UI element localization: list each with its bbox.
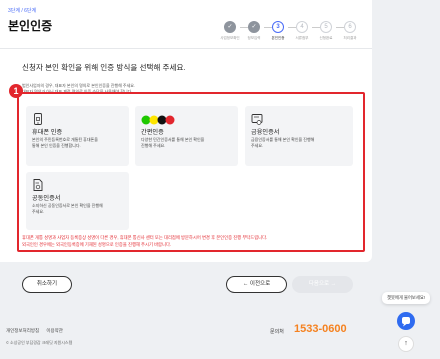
phone-label: 문의처: [270, 329, 284, 335]
next-button[interactable]: 다음으로 →: [292, 276, 353, 293]
terms-link[interactable]: 이용약관: [46, 328, 63, 333]
step-4-number: 4: [296, 21, 308, 33]
step-6-label: 처리결과: [343, 36, 357, 40]
step-5: 5 신청완료: [314, 21, 338, 41]
scroll-top-button[interactable]: ↑: [398, 336, 414, 352]
step-5-label: 신청완료: [319, 36, 333, 40]
phone-number: 1533-0600: [294, 323, 347, 335]
step-6-number: 6: [344, 21, 356, 33]
step-6: 6 처리결과: [338, 21, 362, 41]
privacy-link[interactable]: 개인정보처리방침: [6, 328, 39, 333]
step-1: ✓ 사업정보확인: [218, 21, 242, 41]
header-divider: [0, 48, 372, 49]
step-progress: ✓ 사업정보확인 ✓ 정보입력 3 본인인증 4 서류첨부 5 신청완료 6 처…: [218, 21, 362, 45]
step-2-check: ✓: [248, 21, 260, 33]
step-count: 3단계 / 6단계: [8, 8, 37, 14]
step-4: 4 서류첨부: [290, 21, 314, 41]
page-title: 본인인증: [8, 19, 53, 33]
chatbot-tooltip: 챗봇에게 물어보세요!: [382, 292, 430, 304]
copyright: © 소상공인 부담경감 크레딧 지원시스템: [6, 340, 73, 345]
step-2: ✓ 정보입력: [242, 21, 266, 41]
step-4-label: 서류첨부: [295, 36, 309, 40]
callout-badge: 1: [9, 84, 23, 98]
chatbot-button[interactable]: [397, 312, 415, 330]
step-3: 3 본인인증: [266, 21, 290, 41]
prev-button[interactable]: ← 이전으로: [226, 276, 287, 293]
highlight-box: [17, 92, 365, 252]
step-3-number: 3: [272, 21, 284, 33]
cancel-button[interactable]: 취소하기: [22, 276, 72, 293]
step-5-number: 5: [320, 21, 332, 33]
section-title: 신청자 본인 확인을 위해 인증 방식을 선택해 주세요.: [22, 63, 186, 72]
step-2-label: 정보입력: [247, 36, 261, 40]
step-3-label: 본인인증: [271, 36, 285, 40]
step-1-check: ✓: [224, 21, 236, 33]
chat-bubble-icon: [402, 317, 410, 327]
step-1-label: 사업정보확인: [220, 36, 240, 40]
footer-links: 개인정보처리방침 이용약관: [6, 328, 63, 334]
